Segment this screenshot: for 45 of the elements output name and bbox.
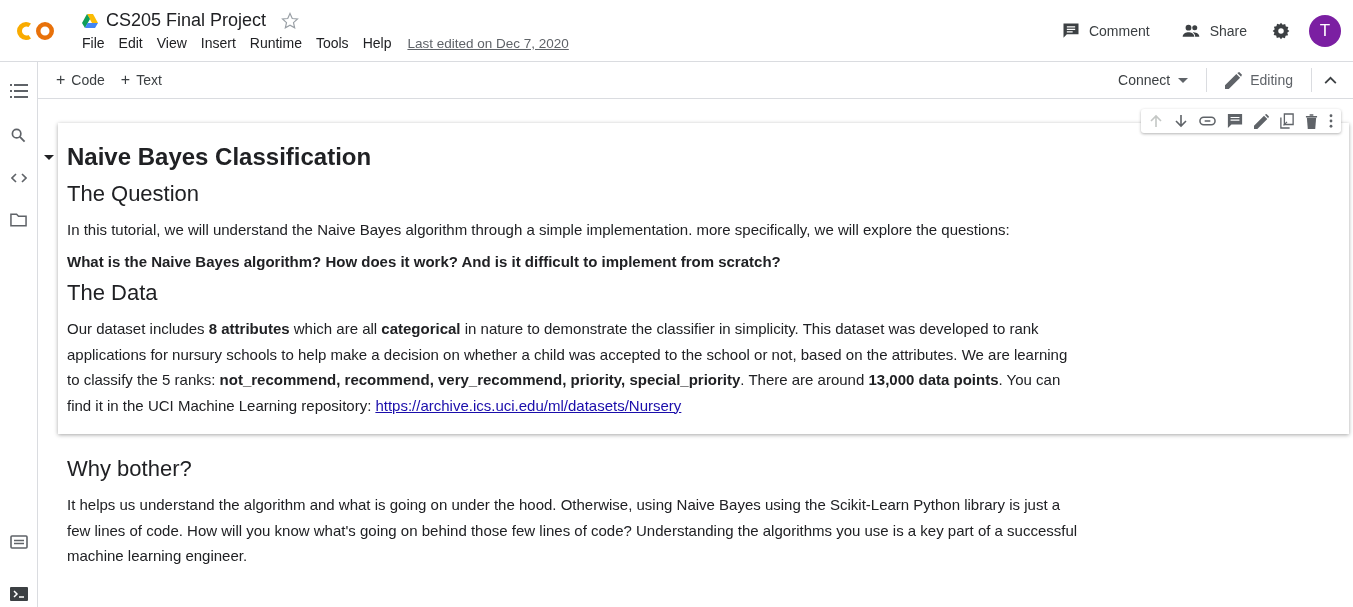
subheading: The Data xyxy=(67,280,159,306)
mirror-cell-icon[interactable] xyxy=(1280,113,1294,129)
menu-item[interactable]: View xyxy=(156,35,187,51)
table-of-contents-icon[interactable] xyxy=(9,84,28,98)
caret-icon xyxy=(1178,77,1189,83)
collapse-icon[interactable] xyxy=(1324,76,1337,84)
terminal-icon[interactable] xyxy=(9,587,28,601)
paragraph: What is the Naive Bayes algorithm? How does it work? And is it difficult to implement from scratch? xyxy=(67,251,782,272)
menu-item[interactable]: File xyxy=(82,35,105,51)
folder-icon[interactable] xyxy=(10,213,27,227)
star-icon[interactable] xyxy=(280,10,301,31)
subheading: The Question xyxy=(67,181,201,207)
share-button[interactable]: Share xyxy=(1173,16,1253,45)
menu-item[interactable]: Tools xyxy=(315,35,349,51)
menu-item[interactable]: Runtime xyxy=(249,35,302,51)
add-code-button[interactable]: + Code xyxy=(50,67,111,93)
paragraph: In this tutorial, we will understand the Naive Bayes algorithm through a simple implementation. more specifically, we will explore the questions: xyxy=(67,220,1011,240)
drive-icon[interactable] xyxy=(82,13,98,28)
paragraph: Our dataset includes 8 attributes which are all categorical in nature to demonstrate the classifier in simplicity. This dataset was developed to rank applications for nursury schools to help make a decision on whether a child was accepted to the school or not, based on the attributes. We are learning to classify the 5 ranks: not_recommend, recommend, very_recommend, priority, special_priority. There are around 13,000 data points. You can find it in the UCI Machine Learning repository: https://archive.ics.uci.edu/ml/datasets/Nursery xyxy=(67,319,1069,416)
move-down-icon[interactable] xyxy=(1174,114,1188,128)
more-icon[interactable] xyxy=(1329,114,1333,128)
paragraph: It helps us understand the algorithm and what is going on under the hood. Otherwise, using Naive Bayes using the Scikit-Learn Python library is just a few lines of code. How will you know what's going on behind those few lines of code? Understanding the algorithms you use is a key part of a successful machine learning engineer. xyxy=(67,495,1079,566)
last-edited-link[interactable]: Last edited on Dec 7, 2020 xyxy=(407,35,569,51)
menu-item[interactable]: Insert xyxy=(200,35,236,51)
menu-item[interactable]: Edit xyxy=(118,35,143,51)
code-icon[interactable] xyxy=(10,173,27,183)
subheading: Why bother? xyxy=(67,456,193,482)
dataset-link[interactable]: https://archive.ics.uci.edu/ml/datasets/Nursery xyxy=(375,396,682,414)
avatar[interactable]: T xyxy=(1309,14,1341,47)
add-text-button[interactable]: + Text xyxy=(114,67,168,93)
pencil-icon xyxy=(1225,71,1243,89)
comment-icon[interactable] xyxy=(1227,113,1243,129)
command-palette-icon[interactable] xyxy=(9,535,28,549)
settings-icon[interactable] xyxy=(1271,20,1291,41)
menu-item[interactable]: Help xyxy=(362,35,392,51)
comment-button[interactable]: Comment xyxy=(1054,16,1156,45)
pencil-icon[interactable] xyxy=(1254,113,1269,129)
notebook-title[interactable]: CS205 Final Project xyxy=(106,10,267,31)
search-icon[interactable] xyxy=(11,128,26,143)
link-icon[interactable] xyxy=(1199,116,1216,126)
heading: Naive Bayes Classification xyxy=(67,143,373,171)
collapse-caret-icon[interactable] xyxy=(44,155,54,160)
connect-button[interactable]: Connect xyxy=(1112,68,1195,92)
delete-icon[interactable] xyxy=(1305,113,1318,129)
editing-button[interactable]: Editing xyxy=(1219,67,1299,93)
